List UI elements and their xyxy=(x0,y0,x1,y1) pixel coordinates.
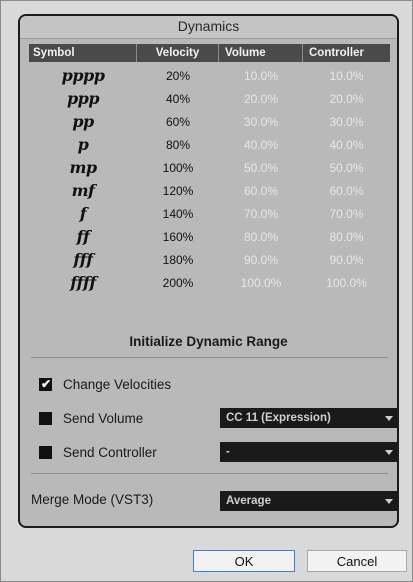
volume-value: 10.0% xyxy=(243,68,279,83)
volume-value: 40.0% xyxy=(243,137,279,152)
volume-controller-dropdown[interactable]: CC 11 (Expression) xyxy=(220,408,397,428)
volume-value: 60.0% xyxy=(243,183,279,198)
volume-value: 80.0% xyxy=(243,229,279,244)
header-volume: Volume xyxy=(219,44,303,62)
table-row[interactable]: ppp 40% 20.0% 20.0% xyxy=(29,87,390,110)
send-controller-option[interactable]: Send Controller xyxy=(39,442,157,462)
table-row[interactable]: mf 120% 60.0% 60.0% xyxy=(29,179,390,202)
controller-value: 20.0% xyxy=(329,91,364,106)
velocity-value[interactable]: 160% xyxy=(137,230,219,244)
change-velocities-label: Change Velocities xyxy=(63,376,172,392)
dynamic-symbol: ppp xyxy=(66,89,100,108)
cancel-button[interactable]: Cancel xyxy=(307,550,407,572)
controller-dropdown[interactable]: - xyxy=(220,442,397,462)
table-header: Symbol Velocity Volume Controller xyxy=(29,44,390,62)
controller-value: 80.0% xyxy=(329,229,364,244)
dynamic-symbol: ffff xyxy=(70,273,96,292)
dynamic-symbol: pppp xyxy=(61,66,105,85)
merge-mode-label: Merge Mode (VST3) xyxy=(31,492,154,507)
panel-title: Dynamics xyxy=(20,16,397,39)
controller-value: 50.0% xyxy=(329,160,364,175)
merge-mode-value: Average xyxy=(226,495,271,507)
controller-value: 70.0% xyxy=(329,206,364,221)
controller-value: 90.0% xyxy=(329,252,364,267)
controller-value: 60.0% xyxy=(329,183,364,198)
volume-value: 100.0% xyxy=(240,275,282,290)
send-controller-checkbox[interactable] xyxy=(39,445,52,459)
table-row[interactable]: f 140% 70.0% 70.0% xyxy=(29,202,390,225)
header-symbol: Symbol xyxy=(29,44,137,62)
dynamic-symbol: mf xyxy=(71,181,95,200)
change-velocities-checkbox[interactable]: ✔ xyxy=(39,376,52,391)
velocity-value[interactable]: 80% xyxy=(137,138,219,152)
controller-value: 100.0% xyxy=(326,275,367,290)
dynamic-symbol: ff xyxy=(76,227,90,246)
dynamic-symbol: f xyxy=(79,204,87,223)
table-row[interactable]: p 80% 40.0% 40.0% xyxy=(29,133,390,156)
table-row[interactable]: ffff 200% 100.0% 100.0% xyxy=(29,271,390,294)
controller-value: - xyxy=(226,446,230,458)
dynamic-symbol: pp xyxy=(72,112,94,131)
chevron-down-icon xyxy=(385,499,393,504)
change-velocities-option[interactable]: ✔ Change Velocities xyxy=(39,374,171,394)
volume-value: 90.0% xyxy=(243,252,279,267)
merge-mode-dropdown[interactable]: Average xyxy=(220,491,397,511)
divider xyxy=(31,473,388,474)
velocity-value[interactable]: 40% xyxy=(137,92,219,106)
velocity-value[interactable]: 180% xyxy=(137,253,219,267)
table-row[interactable]: ff 160% 80.0% 80.0% xyxy=(29,225,390,248)
table-row[interactable]: pp 60% 30.0% 30.0% xyxy=(29,110,390,133)
divider xyxy=(31,357,388,358)
dynamic-symbol: p xyxy=(77,135,89,154)
initialize-dynamic-range-button[interactable]: Initialize Dynamic Range xyxy=(20,334,397,349)
velocity-value[interactable]: 100% xyxy=(137,161,219,175)
send-controller-label: Send Controller xyxy=(63,444,157,460)
dynamic-symbol: fff xyxy=(73,250,93,269)
dynamics-table-body: pppp 20% 10.0% 10.0% ppp 40% 20.0% 20.0%… xyxy=(29,64,390,294)
checkmark-icon: ✔ xyxy=(41,376,52,391)
send-volume-option[interactable]: Send Volume xyxy=(39,408,143,428)
volume-value: 70.0% xyxy=(243,206,279,221)
dynamic-symbol: mp xyxy=(69,158,97,177)
ok-button[interactable]: OK xyxy=(193,550,295,572)
table-row[interactable]: pppp 20% 10.0% 10.0% xyxy=(29,64,390,87)
controller-value: 30.0% xyxy=(329,114,364,129)
volume-controller-value: CC 11 (Expression) xyxy=(226,412,331,424)
velocity-value[interactable]: 140% xyxy=(137,207,219,221)
dynamics-panel: Dynamics Symbol Velocity Volume Controll… xyxy=(18,14,399,528)
velocity-value[interactable]: 20% xyxy=(137,69,219,83)
velocity-value[interactable]: 120% xyxy=(137,184,219,198)
velocity-value[interactable]: 60% xyxy=(137,115,219,129)
volume-value: 20.0% xyxy=(243,91,279,106)
send-volume-checkbox[interactable] xyxy=(39,411,52,425)
volume-value: 50.0% xyxy=(243,160,279,175)
table-row[interactable]: fff 180% 90.0% 90.0% xyxy=(29,248,390,271)
header-velocity: Velocity xyxy=(137,44,219,62)
chevron-down-icon xyxy=(385,416,393,421)
dialog-window: Dynamics Symbol Velocity Volume Controll… xyxy=(0,0,413,582)
table-row[interactable]: mp 100% 50.0% 50.0% xyxy=(29,156,390,179)
header-controller: Controller xyxy=(309,47,364,59)
controller-value: 40.0% xyxy=(329,137,364,152)
controller-value: 10.0% xyxy=(329,68,364,83)
volume-value: 30.0% xyxy=(243,114,279,129)
chevron-down-icon xyxy=(385,450,393,455)
send-volume-label: Send Volume xyxy=(63,410,144,426)
velocity-value[interactable]: 200% xyxy=(137,276,219,290)
